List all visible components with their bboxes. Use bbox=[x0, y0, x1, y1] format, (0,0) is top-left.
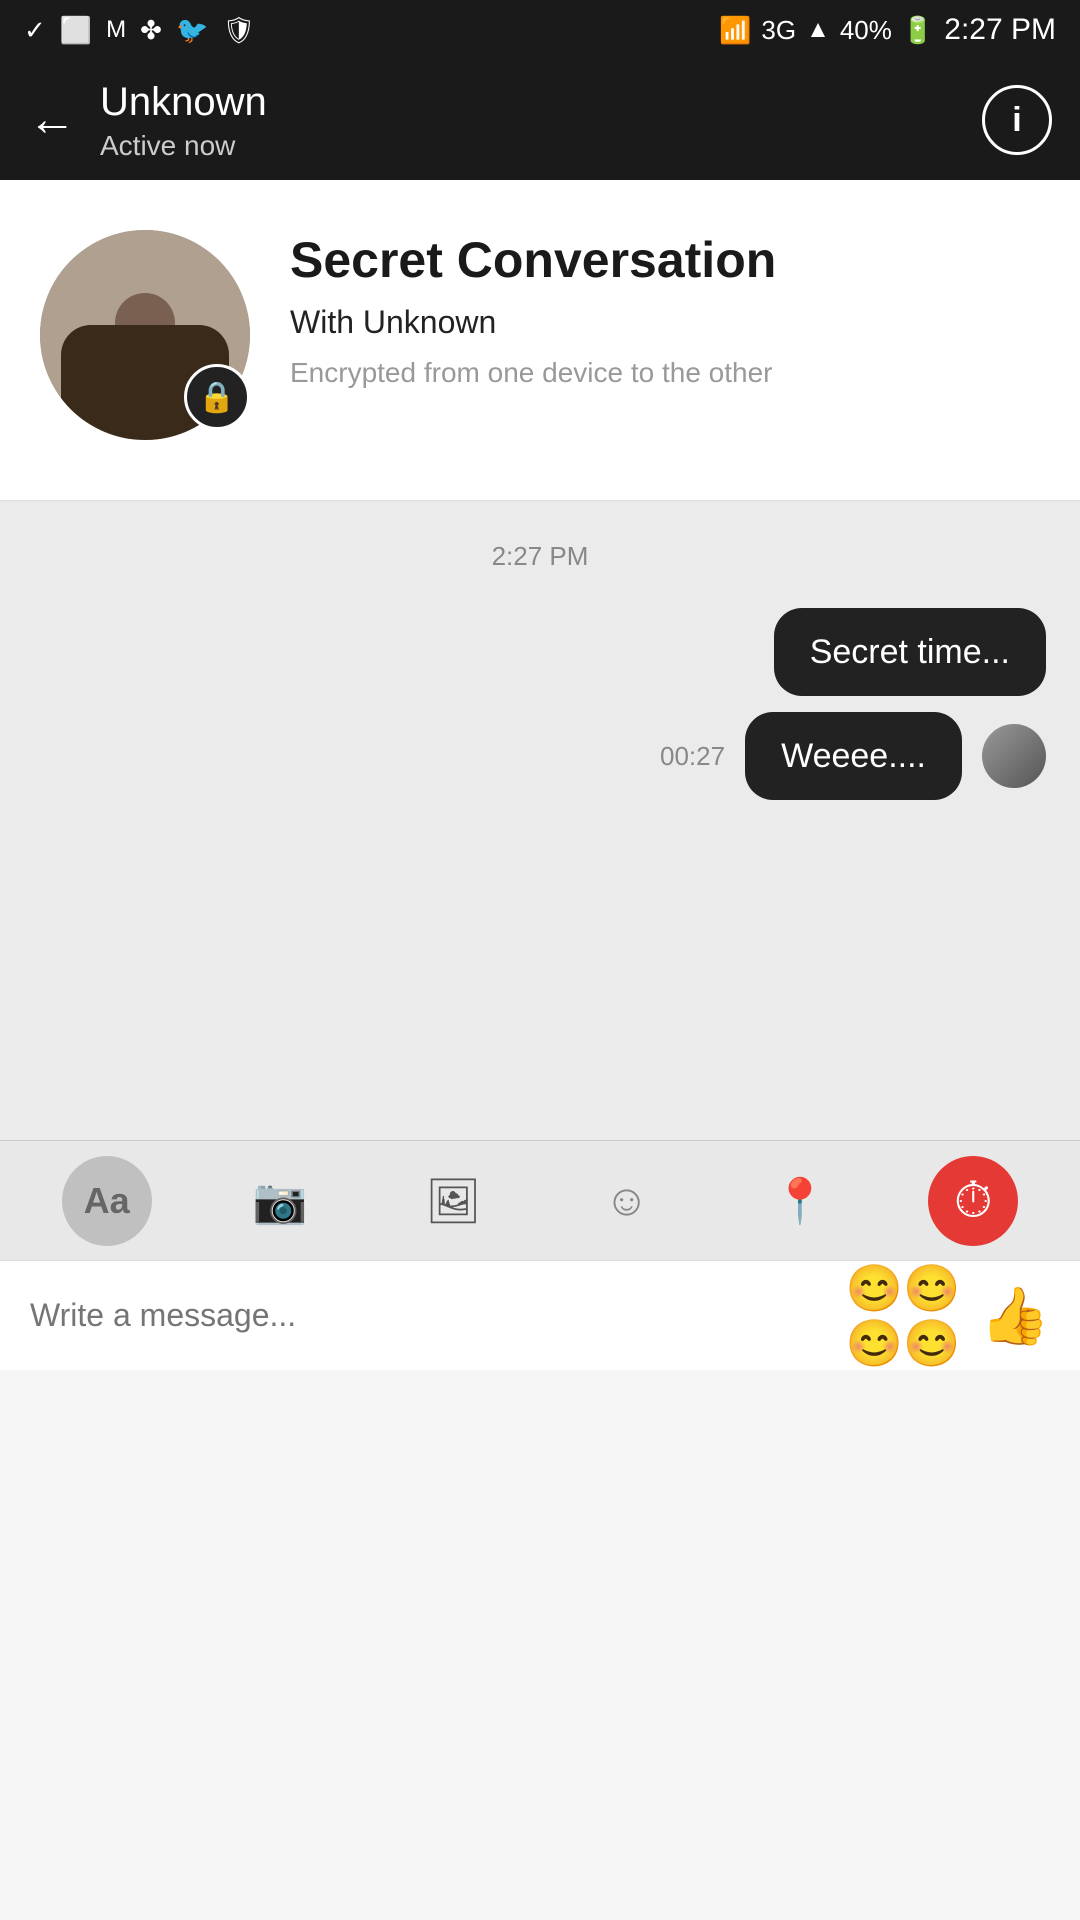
emoji-grid-button[interactable]: 😊😊😊😊 bbox=[846, 1261, 961, 1371]
message-bubble-1[interactable]: Secret time... bbox=[774, 608, 1046, 696]
messages-section: 2:27 PM Secret time... 00:27 Weeee.... bbox=[0, 501, 1080, 1140]
lock-badge: 🔒 bbox=[184, 364, 250, 430]
info-button[interactable]: i bbox=[982, 85, 1052, 155]
thumbs-up-button[interactable]: 👍 bbox=[980, 1283, 1050, 1349]
chat-area: 🔒 Secret Conversation With Unknown Encry… bbox=[0, 180, 1080, 1140]
message-bubble-2[interactable]: Weeee.... bbox=[745, 712, 962, 800]
chat-toolbar: ← Unknown Active now i bbox=[0, 60, 1080, 180]
emoji-icon: ☺ bbox=[604, 1176, 649, 1226]
input-toolbar: Aa 📷 🖼 ☺ 📍 ⏱ bbox=[0, 1140, 1080, 1260]
screenshot-icon: ⬜ bbox=[60, 15, 92, 46]
avatar-inner bbox=[982, 724, 1046, 788]
network-label: 3G bbox=[761, 15, 796, 46]
message-row-2: 00:27 Weeee.... bbox=[24, 712, 1056, 800]
music-icon: ✤ bbox=[140, 15, 162, 46]
wifi-icon: 📶 bbox=[719, 15, 751, 46]
message-timestamp: 2:27 PM bbox=[24, 541, 1056, 572]
message-row-1: Secret time... bbox=[24, 608, 1056, 696]
status-info-right: 📶 3G ▲ 40% 🔋 2:27 PM bbox=[719, 13, 1056, 47]
image-button[interactable]: 🖼 bbox=[408, 1156, 498, 1246]
lock-icon: 🔒 bbox=[198, 380, 235, 415]
battery-label: 40% bbox=[840, 15, 892, 46]
keyboard-label: Aa bbox=[84, 1180, 130, 1222]
camera-icon: 📷 bbox=[253, 1175, 308, 1227]
secret-conversation-text: Secret Conversation With Unknown Encrypt… bbox=[290, 230, 1040, 392]
shield-icon: 🛡 bbox=[222, 15, 255, 46]
timer-button[interactable]: ⏱ bbox=[928, 1156, 1018, 1246]
status-icons-left: ✓ ⬜ M ✤ 🐦 🛡 bbox=[24, 15, 255, 46]
contact-name: Unknown bbox=[100, 78, 982, 126]
time-label: 2:27 PM bbox=[944, 13, 1056, 47]
signal-icon: ▲ bbox=[806, 16, 830, 44]
message-sender-avatar bbox=[982, 724, 1046, 788]
secret-conversation-banner: 🔒 Secret Conversation With Unknown Encry… bbox=[0, 180, 1080, 501]
battery-icon: 🔋 bbox=[902, 15, 934, 46]
location-button[interactable]: 📍 bbox=[755, 1156, 845, 1246]
message-input-bar: 😊😊😊😊 👍 bbox=[0, 1260, 1080, 1370]
contact-avatar-container: 🔒 bbox=[40, 230, 250, 440]
gmail-icon: M bbox=[106, 16, 126, 44]
secret-description: Encrypted from one device to the other bbox=[290, 353, 1040, 392]
contact-status: Active now bbox=[100, 130, 982, 162]
back-button[interactable]: ← bbox=[28, 96, 76, 144]
twitter-icon: 🐦 bbox=[176, 15, 208, 46]
check-icon: ✓ bbox=[24, 15, 46, 46]
toolbar-contact-info: Unknown Active now bbox=[100, 78, 982, 162]
timer-icon: ⏱ bbox=[954, 1171, 993, 1230]
keyboard-button[interactable]: Aa bbox=[62, 1156, 152, 1246]
location-icon: 📍 bbox=[773, 1175, 828, 1227]
camera-button[interactable]: 📷 bbox=[235, 1156, 325, 1246]
status-bar: ✓ ⬜ M ✤ 🐦 🛡 📶 3G ▲ 40% 🔋 2:27 PM bbox=[0, 0, 1080, 60]
emoji-button[interactable]: ☺ bbox=[582, 1156, 672, 1246]
secret-title: Secret Conversation bbox=[290, 230, 1040, 290]
secret-with: With Unknown bbox=[290, 304, 1040, 341]
image-icon: 🖼 bbox=[425, 1175, 481, 1227]
messages-container: Secret time... 00:27 Weeee.... bbox=[24, 608, 1056, 800]
message-timer: 00:27 bbox=[660, 741, 725, 772]
message-input[interactable] bbox=[30, 1297, 826, 1334]
